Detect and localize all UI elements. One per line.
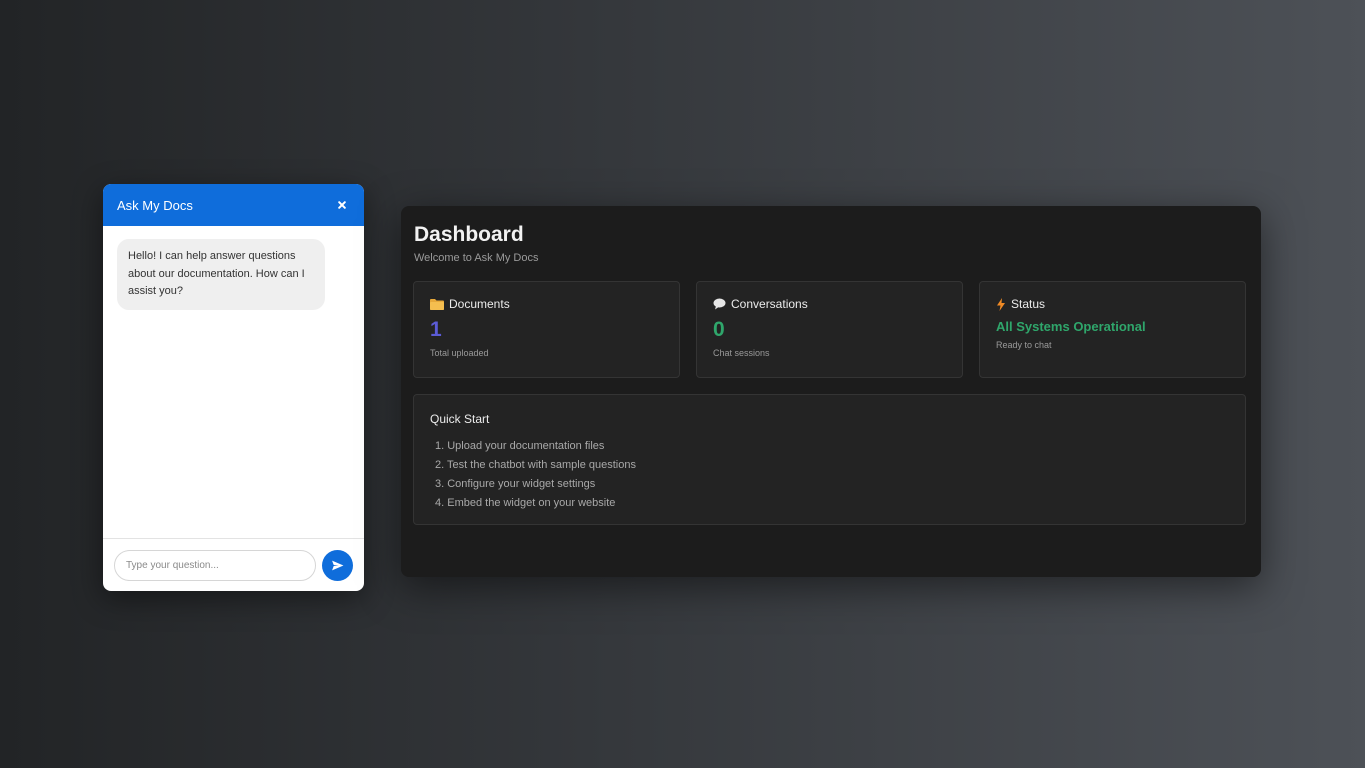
conversations-sub: Chat sessions [713, 348, 770, 358]
documents-count: 1 [430, 318, 442, 341]
bot-message: Hello! I can help answer questions about… [117, 239, 325, 310]
conversations-label: Conversations [731, 297, 808, 311]
page-subtitle: Welcome to Ask My Docs [414, 252, 539, 264]
send-button[interactable] [322, 549, 353, 581]
lightning-icon [997, 297, 1005, 311]
list-item: 2. Test the chatbot with sample question… [435, 459, 636, 471]
status-value: All Systems Operational [996, 319, 1146, 334]
status-sub: Ready to chat [996, 340, 1052, 350]
send-icon [332, 560, 344, 570]
chat-widget: Ask My Docs Hello! I can help answer que… [103, 184, 364, 591]
question-input[interactable] [114, 549, 316, 581]
quick-start-title: Quick Start [430, 412, 490, 426]
list-item: 4. Embed the widget on your website [435, 497, 616, 509]
list-item: 3. Configure your widget settings [435, 478, 596, 490]
conversations-card: Conversations 0 Chat sessions [696, 281, 963, 378]
folder-icon [430, 299, 444, 310]
chat-header: Ask My Docs [103, 184, 364, 226]
stat-cards: Documents 1 Total uploaded Conversations… [413, 281, 1246, 378]
quick-start-list: 1. Upload your documentation files 2. Te… [430, 437, 1229, 513]
dashboard-panel: Dashboard Welcome to Ask My Docs Documen… [401, 206, 1261, 577]
status-card: Status All Systems Operational Ready to … [979, 281, 1246, 378]
status-label: Status [1011, 297, 1046, 311]
list-item: 1. Upload your documentation files [435, 440, 605, 452]
chat-footer [103, 538, 364, 591]
quick-start-card: Quick Start 1. Upload your documentation… [413, 394, 1246, 525]
chat-messages: Hello! I can help answer questions about… [103, 226, 364, 538]
documents-sub: Total uploaded [430, 348, 489, 358]
speech-bubble-icon [713, 298, 726, 310]
close-icon[interactable] [334, 197, 350, 213]
chat-title: Ask My Docs [117, 197, 193, 213]
documents-card: Documents 1 Total uploaded [413, 281, 680, 378]
documents-label: Documents [449, 297, 510, 311]
page-title: Dashboard [414, 223, 524, 246]
conversations-count: 0 [713, 318, 725, 341]
